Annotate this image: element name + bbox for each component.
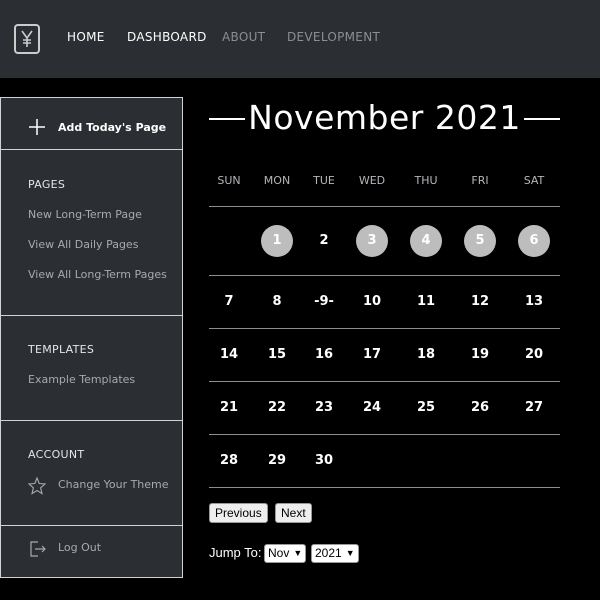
sidebar-item-change-your-theme[interactable]: Change Your Theme [58, 478, 169, 491]
weekday-fri: FRI [471, 174, 489, 187]
calendar-divider [209, 206, 560, 207]
calendar-day[interactable]: 28 [209, 453, 249, 468]
nav-home[interactable]: HOME [67, 30, 105, 44]
calendar-day[interactable]: 8 [257, 294, 297, 309]
weekday-sun: SUN [217, 174, 241, 187]
nav-dashboard[interactable]: DASHBOARD [127, 30, 207, 44]
sidebar-item-view-all-long-term-pages[interactable]: View All Long-Term Pages [28, 268, 167, 281]
calendar-day[interactable]: 27 [514, 400, 554, 415]
sidebar: Add Today's Page PAGES New Long-Term Pag… [0, 97, 183, 578]
top-navbar: HOME DASHBOARD ABOUT DEVELOPMENT [0, 0, 600, 78]
calendar-divider [209, 381, 560, 382]
calendar-day[interactable]: 13 [514, 294, 554, 309]
pages-heading: PAGES [28, 178, 66, 191]
calendar-day[interactable]: 16 [304, 347, 344, 362]
calendar-day[interactable]: 2 [304, 233, 344, 248]
calendar-day-marked[interactable]: 1 [261, 225, 293, 257]
sidebar-item-example-templates[interactable]: Example Templates [28, 373, 135, 386]
calendar-header: November 2021 [209, 96, 560, 142]
nav-development[interactable]: DEVELOPMENT [287, 30, 380, 44]
next-month-button[interactable]: Next [275, 503, 312, 523]
previous-month-button[interactable]: Previous [209, 503, 268, 523]
calendar-day-marked[interactable]: 5 [464, 225, 496, 257]
logout-label: Log Out [58, 541, 102, 554]
calendar-day-marked[interactable]: 3 [356, 225, 388, 257]
calendar-day[interactable]: 17 [352, 347, 392, 362]
chevron-down-icon: ▼ [293, 548, 303, 558]
sidebar-pages-section: PAGES New Long-Term Page View All Daily … [1, 150, 182, 316]
calendar-day[interactable]: 30 [304, 453, 344, 468]
calendar-day[interactable]: 14 [209, 347, 249, 362]
month-select[interactable]: Nov ▼ [264, 544, 307, 563]
year-select[interactable]: 2021 ▼ [311, 544, 359, 563]
chevron-down-icon: ▼ [345, 548, 355, 558]
weekday-wed: WED [358, 174, 386, 187]
add-todays-page-label: Add Today's Page [58, 121, 167, 134]
account-heading: ACCOUNT [28, 448, 85, 461]
jump-to-label: Jump To: [209, 545, 262, 560]
calendar-day[interactable]: 19 [460, 347, 500, 362]
calendar-day[interactable]: 23 [304, 400, 344, 415]
sidebar-item-new-long-term-page[interactable]: New Long-Term Page [28, 208, 142, 221]
logout-icon [30, 541, 46, 557]
star-icon [28, 477, 46, 495]
calendar-day-marked[interactable]: 4 [410, 225, 442, 257]
weekday-mon: MON [263, 174, 291, 187]
calendar-day[interactable]: 15 [257, 347, 297, 362]
weekday-sat: SAT [523, 174, 545, 187]
calendar-day[interactable]: 18 [406, 347, 446, 362]
month-select-value: Nov [268, 546, 290, 560]
weekday-tue: TUE [313, 174, 335, 187]
calendar-day[interactable]: 12 [460, 294, 500, 309]
calendar-day[interactable]: 7 [209, 294, 249, 309]
weekday-thu: THU [414, 174, 438, 187]
calendar-day[interactable]: 25 [406, 400, 446, 415]
calendar-day[interactable]: 22 [257, 400, 297, 415]
app-logo-icon[interactable] [14, 24, 40, 54]
calendar-day[interactable]: 24 [352, 400, 392, 415]
calendar-day-marked[interactable]: 6 [518, 225, 550, 257]
calendar-divider [209, 328, 560, 329]
title-divider-right [524, 118, 560, 120]
calendar-day[interactable]: 11 [406, 294, 446, 309]
calendar-divider [209, 487, 560, 488]
calendar-day[interactable]: 10 [352, 294, 392, 309]
nav-about[interactable]: ABOUT [222, 30, 265, 44]
calendar-day[interactable]: 20 [514, 347, 554, 362]
sidebar-account-section: ACCOUNT Change Your Theme [1, 421, 182, 526]
year-select-value: 2021 [315, 546, 342, 560]
sidebar-item-view-all-daily-pages[interactable]: View All Daily Pages [28, 238, 138, 251]
sidebar-templates-section: TEMPLATES Example Templates [1, 316, 182, 421]
calendar-title: November 2021 [248, 98, 521, 137]
calendar-divider [209, 434, 560, 435]
logout-button[interactable]: Log Out [1, 526, 182, 577]
plus-icon [29, 119, 45, 135]
templates-heading: TEMPLATES [28, 343, 95, 356]
calendar-divider [209, 275, 560, 276]
calendar-day[interactable]: 29 [257, 453, 297, 468]
calendar-day[interactable]: 26 [460, 400, 500, 415]
calendar-day[interactable]: 21 [209, 400, 249, 415]
add-todays-page-button[interactable]: Add Today's Page [1, 98, 182, 150]
calendar-day-today[interactable]: -9- [304, 294, 344, 309]
